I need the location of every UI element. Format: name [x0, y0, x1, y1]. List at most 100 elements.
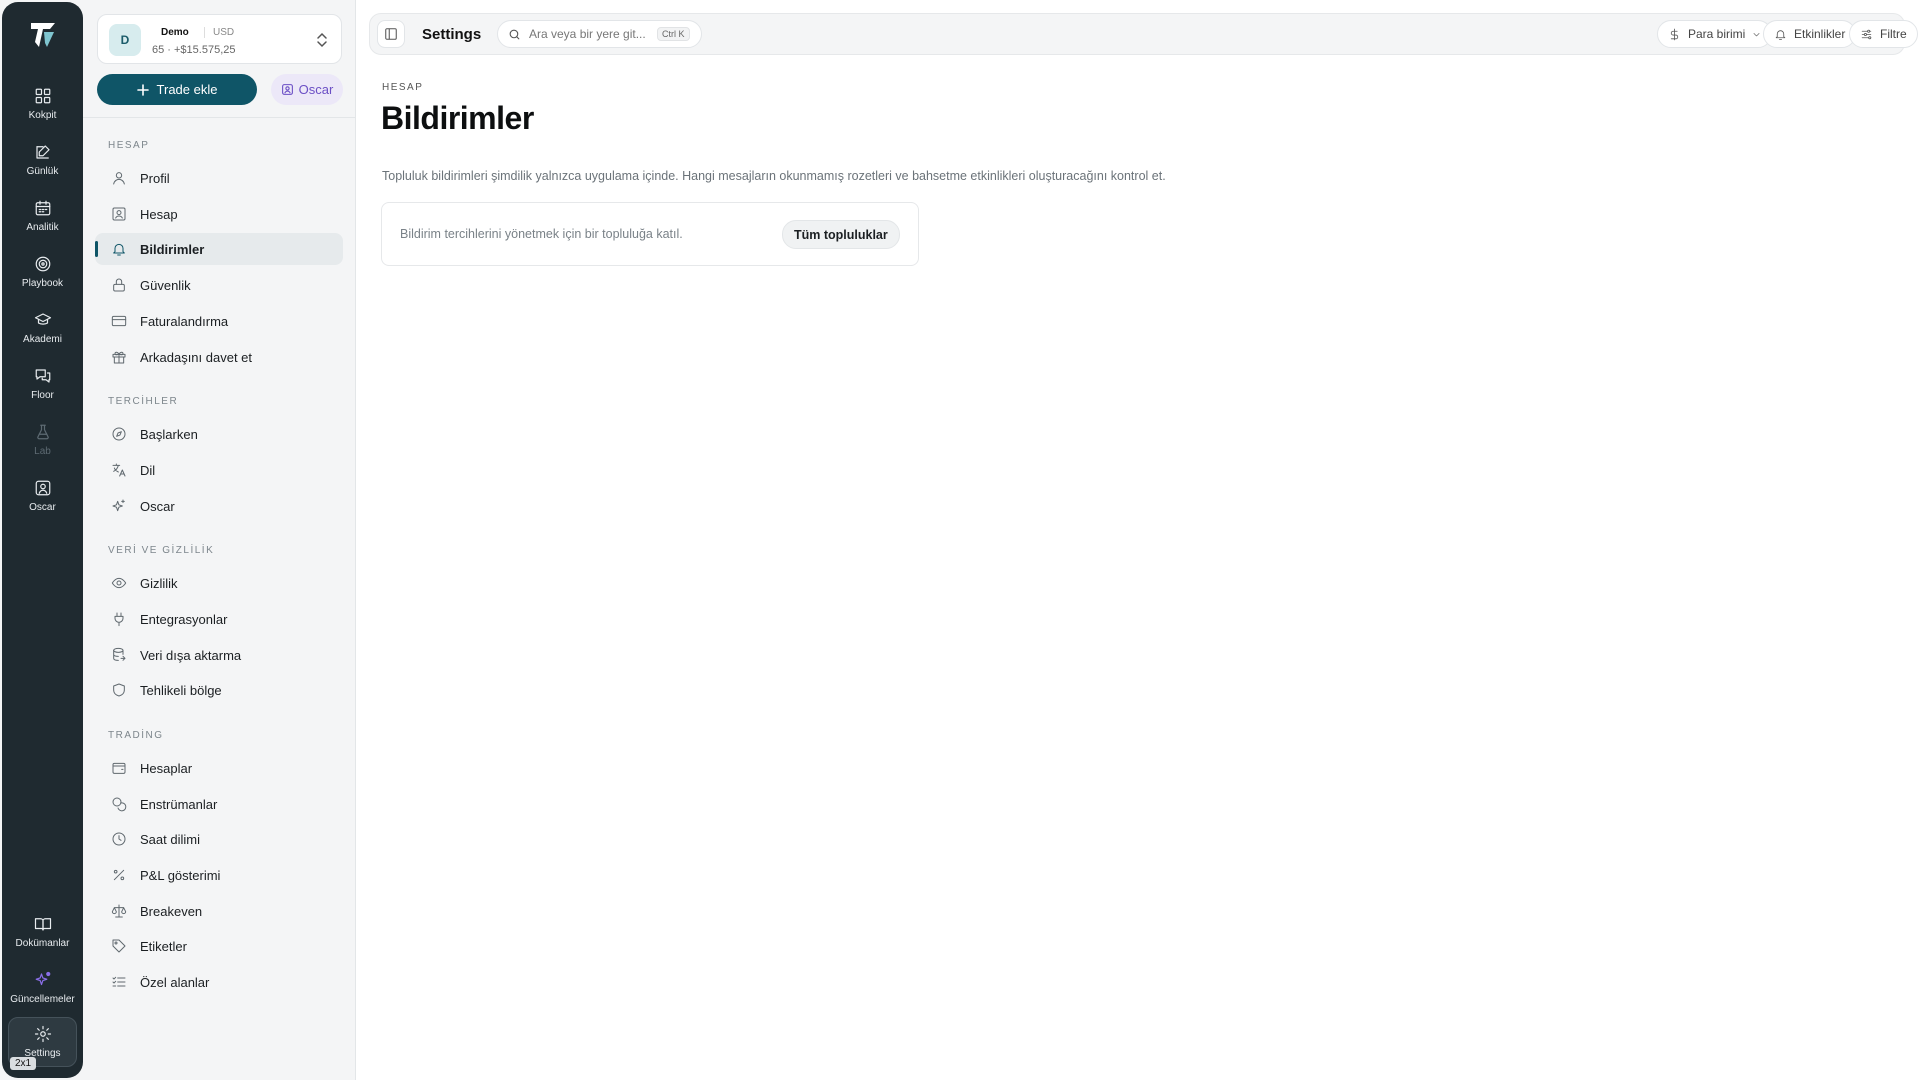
settings-sidebar: D Demo USD 65 · +$15.575,25 Trade ekle O…: [83, 0, 356, 1080]
credit-card-icon: [111, 315, 127, 327]
tag-icon: [112, 939, 126, 953]
nav-item-bildirimler[interactable]: Bildirimler: [95, 233, 343, 265]
gear-icon: [34, 1025, 51, 1043]
nav-item-label: Bildirimler: [140, 241, 205, 257]
nav-item-label: Etiketler: [140, 938, 187, 954]
main-content: Settings Ctrl K Para birimi Etkinlikler …: [356, 0, 1920, 1080]
nav-item-saat-dilimi[interactable]: Saat dilimi: [95, 823, 343, 855]
rail-item-analitik[interactable]: Analitik: [8, 191, 77, 241]
rail-item-akademi[interactable]: Akademi: [8, 303, 77, 353]
community-notifications-card: Bildirim tercihlerini yönetmek için bir …: [381, 202, 919, 266]
nav-item-entegrasyonlar[interactable]: Entegrasyonlar: [95, 603, 343, 635]
nav-item-label: Özel alanlar: [140, 974, 210, 990]
graduation-cap-icon: [34, 313, 51, 325]
card-message: Bildirim tercihlerini yönetmek için bir …: [400, 227, 683, 241]
nav-item-label: Tehlikeli bölge: [140, 682, 222, 698]
rail-item-lab[interactable]: Lab: [8, 415, 77, 465]
account-summary: 65 · +$15.575,25: [152, 44, 236, 56]
add-trade-label: Trade ekle: [156, 82, 218, 97]
nav-item-arkadasini-davet-et[interactable]: Arkadaşını davet et: [95, 341, 343, 373]
nav-item-label: Dil: [140, 462, 156, 478]
section-title-tercihler: TERCİHLER: [108, 396, 179, 407]
breadcrumb: HESAP: [382, 82, 424, 93]
nav-item-label: Oscar: [140, 498, 175, 514]
nav-item-label: Gizlilik: [140, 575, 178, 591]
rail-item-gunluk[interactable]: Günlük: [8, 135, 77, 185]
search-input[interactable]: [529, 27, 649, 41]
nav-item-label: Veri dışa aktarma: [140, 647, 242, 663]
user-icon: [113, 172, 125, 185]
events-button-label: Etkinlikler: [1794, 27, 1846, 41]
currency-dropdown[interactable]: Para birimi: [1657, 20, 1773, 48]
sidebar-toggle-button[interactable]: [377, 20, 405, 48]
all-communities-button[interactable]: Tüm topluluklar: [782, 220, 900, 249]
user-square-icon: [281, 84, 293, 95]
nav-item-veri-disa-aktarma[interactable]: Veri dışa aktarma: [95, 639, 343, 671]
zoom-badge: 2x1: [10, 1057, 37, 1070]
coins-icon: [112, 797, 127, 812]
nav-item-label: Saat dilimi: [140, 831, 200, 847]
plug-icon: [114, 612, 124, 627]
oscar-button[interactable]: Oscar: [271, 74, 343, 105]
nav-item-label: Breakeven: [140, 903, 203, 919]
rail-item-label: Güncellemeler: [10, 994, 75, 1005]
nav-item-faturalandirma[interactable]: Faturalandırma: [95, 305, 343, 337]
nav-item-oscar[interactable]: Oscar: [95, 490, 343, 522]
rail-item-label: Floor: [31, 390, 54, 401]
percent-icon: [113, 869, 125, 881]
events-button[interactable]: Etkinlikler: [1763, 20, 1857, 48]
lock-icon: [113, 278, 125, 292]
target-icon: [35, 256, 50, 272]
nav-item-label: Profil: [140, 170, 170, 186]
add-trade-button[interactable]: Trade ekle: [97, 74, 257, 105]
id-card-icon: [112, 207, 126, 221]
nav-item-tehlikeli-bolge[interactable]: Tehlikeli bölge: [95, 674, 343, 706]
command-search[interactable]: Ctrl K: [497, 20, 702, 48]
account-currency: USD: [204, 27, 234, 38]
oscar-label: Oscar: [298, 82, 334, 97]
nav-item-label: Arkadaşını davet et: [140, 349, 253, 365]
nav-item-label: Faturalandırma: [140, 313, 229, 329]
nav-item-label: Hesap: [140, 206, 178, 222]
nav-item-dil[interactable]: Dil: [95, 454, 343, 486]
nav-item-ozel-alanlar[interactable]: Özel alanlar: [95, 966, 343, 998]
account-avatar: D: [109, 24, 141, 56]
rail-item-label: Dokümanlar: [15, 938, 70, 949]
user-square-icon: [35, 480, 50, 496]
rail-item-playbook[interactable]: Playbook: [8, 247, 77, 297]
rail-item-kokpit[interactable]: Kokpit: [8, 79, 77, 129]
dashboard-grid-icon: [35, 88, 50, 104]
book-open-icon: [34, 918, 51, 931]
nav-item-label: P&L gösterimi: [140, 867, 221, 883]
rail-item-floor[interactable]: Floor: [8, 359, 77, 409]
rail-item-guncellemeler[interactable]: Güncellemeler: [8, 963, 77, 1013]
database-export-icon: [113, 647, 126, 661]
plus-icon: [136, 83, 149, 96]
search-icon: [509, 29, 520, 39]
nav-item-gizlilik[interactable]: Gizlilik: [95, 567, 343, 599]
sparkles-icon: [35, 971, 50, 986]
nav-item-breakeven[interactable]: Breakeven: [95, 895, 343, 927]
page-title: Bildirimler: [381, 100, 534, 136]
account-switcher[interactable]: D Demo USD 65 · +$15.575,25: [97, 14, 342, 64]
rail-item-oscar[interactable]: Oscar: [8, 471, 77, 521]
nav-item-hesaplar[interactable]: Hesaplar: [95, 752, 343, 784]
search-shortcut-hint: Ctrl K: [657, 27, 690, 41]
nav-item-etiketler[interactable]: Etiketler: [95, 930, 343, 962]
app-logo-icon[interactable]: [24, 16, 62, 54]
bell-icon: [1775, 29, 1786, 40]
nav-item-pl-gosterimi[interactable]: P&L gösterimi: [95, 859, 343, 891]
rail-item-label: Akademi: [23, 334, 62, 345]
rail-item-label: Analitik: [26, 222, 59, 233]
rail-item-label: Oscar: [29, 502, 56, 513]
nav-item-enstrumanlar[interactable]: Enstrümanlar: [95, 788, 343, 820]
list-check-icon: [112, 976, 126, 987]
nav-item-hesap[interactable]: Hesap: [95, 198, 343, 230]
dollar-icon: [1670, 28, 1679, 40]
filter-button[interactable]: Filtre: [1849, 20, 1918, 48]
rail-item-dokumanlar[interactable]: Dokümanlar: [8, 907, 77, 957]
nav-item-profil[interactable]: Profil: [95, 162, 343, 194]
nav-item-baslarken[interactable]: Başlarken: [95, 418, 343, 450]
nav-item-guvenlik[interactable]: Güvenlik: [95, 269, 343, 301]
nav-item-label: Başlarken: [140, 426, 198, 442]
